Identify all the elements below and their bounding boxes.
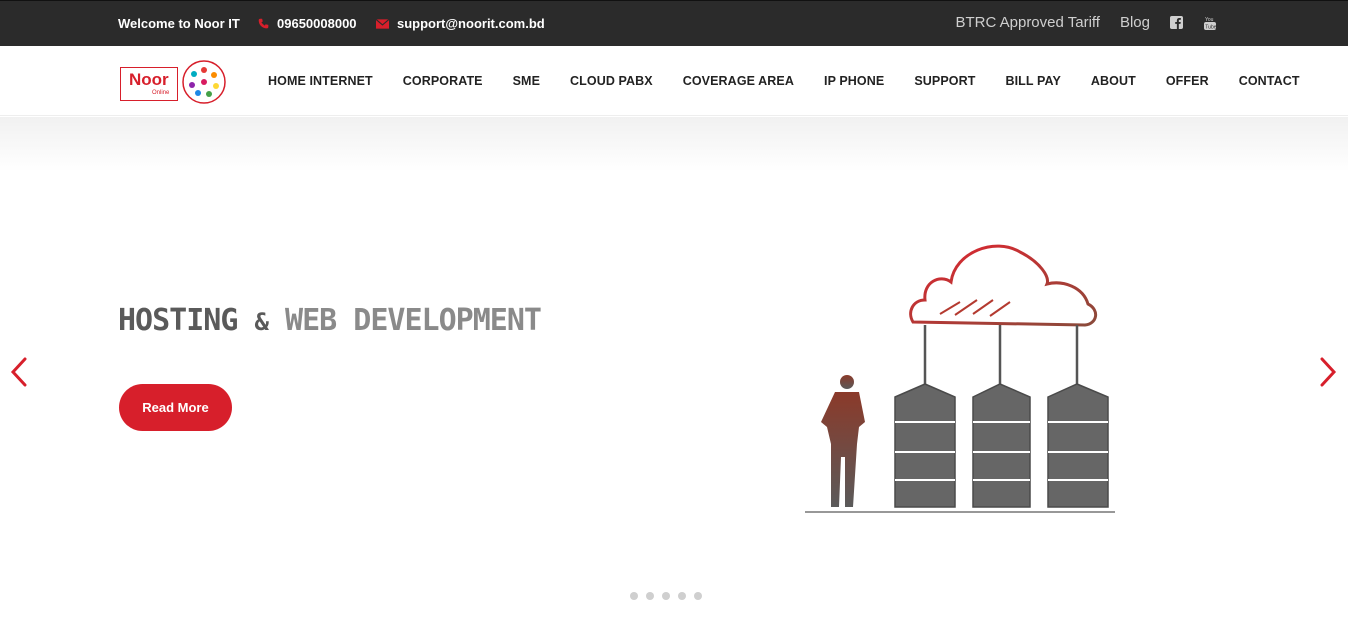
slide-dot-4[interactable]	[678, 592, 686, 600]
nav-support[interactable]: SUPPORT	[914, 74, 975, 88]
headline-web-development: WEB DEVELOPMENT	[285, 303, 542, 338]
chevron-right-icon	[1320, 357, 1337, 387]
main-navbar: Noor Online HOME INTERNET CORPORATE SME …	[0, 46, 1348, 116]
headline-ampersand: &	[254, 308, 269, 336]
email-address: support@noorit.com.bd	[397, 16, 545, 31]
nav-coverage-area[interactable]: COVERAGE AREA	[683, 74, 794, 88]
facebook-icon[interactable]	[1170, 15, 1184, 30]
cloud-servers-illustration	[805, 244, 1115, 513]
slide-headline: HOSTING & WEB DEVELOPMENT	[118, 303, 542, 338]
logo-emblem-icon	[182, 60, 226, 104]
slide-dot-3[interactable]	[662, 592, 670, 600]
youtube-icon[interactable]: You Tube	[1204, 16, 1218, 30]
slide-dot-5[interactable]	[694, 592, 702, 600]
nav-sme[interactable]: SME	[513, 74, 540, 88]
top-bar: Welcome to Noor IT 09650008000 support@n…	[0, 0, 1348, 46]
noor-logo[interactable]: Noor Online	[119, 59, 229, 105]
blog-link[interactable]: Blog	[1120, 14, 1150, 31]
nav-cloud-pabx[interactable]: CLOUD PABX	[570, 74, 653, 88]
phone-contact[interactable]: 09650008000	[258, 16, 357, 31]
nav-bill-pay[interactable]: BILL PAY	[1005, 74, 1060, 88]
svg-text:Tube: Tube	[1205, 24, 1216, 30]
envelope-icon	[376, 18, 389, 29]
nav-contact[interactable]: CONTACT	[1239, 74, 1300, 88]
topbar-right-links: BTRC Approved Tariff Blog You Tube	[955, 14, 1218, 31]
btrc-tariff-link[interactable]: BTRC Approved Tariff	[955, 14, 1100, 31]
slide-dot-2[interactable]	[646, 592, 654, 600]
prev-slide-button[interactable]	[7, 355, 31, 389]
chevron-left-icon	[10, 357, 27, 387]
logo-name: Noor	[129, 70, 169, 89]
primary-menu: HOME INTERNET CORPORATE SME CLOUD PABX C…	[268, 46, 1300, 116]
email-contact[interactable]: support@noorit.com.bd	[376, 16, 545, 31]
nav-about[interactable]: ABOUT	[1091, 74, 1136, 88]
headline-hosting: HOSTING	[118, 303, 238, 338]
read-more-button[interactable]: Read More	[119, 384, 232, 431]
welcome-text: Welcome to Noor IT	[118, 16, 240, 31]
phone-icon	[258, 18, 269, 29]
nav-ip-phone[interactable]: IP PHONE	[824, 74, 884, 88]
next-slide-button[interactable]	[1316, 355, 1340, 389]
nav-home-internet[interactable]: HOME INTERNET	[268, 74, 373, 88]
logo-tagline: Online	[152, 90, 170, 96]
hero-slider: HOSTING & WEB DEVELOPMENT Read More	[0, 117, 1348, 623]
phone-number: 09650008000	[277, 16, 357, 31]
nav-corporate[interactable]: CORPORATE	[403, 74, 483, 88]
nav-offer[interactable]: OFFER	[1166, 74, 1209, 88]
slide-dot-1[interactable]	[630, 592, 638, 600]
slider-pagination	[630, 592, 702, 600]
